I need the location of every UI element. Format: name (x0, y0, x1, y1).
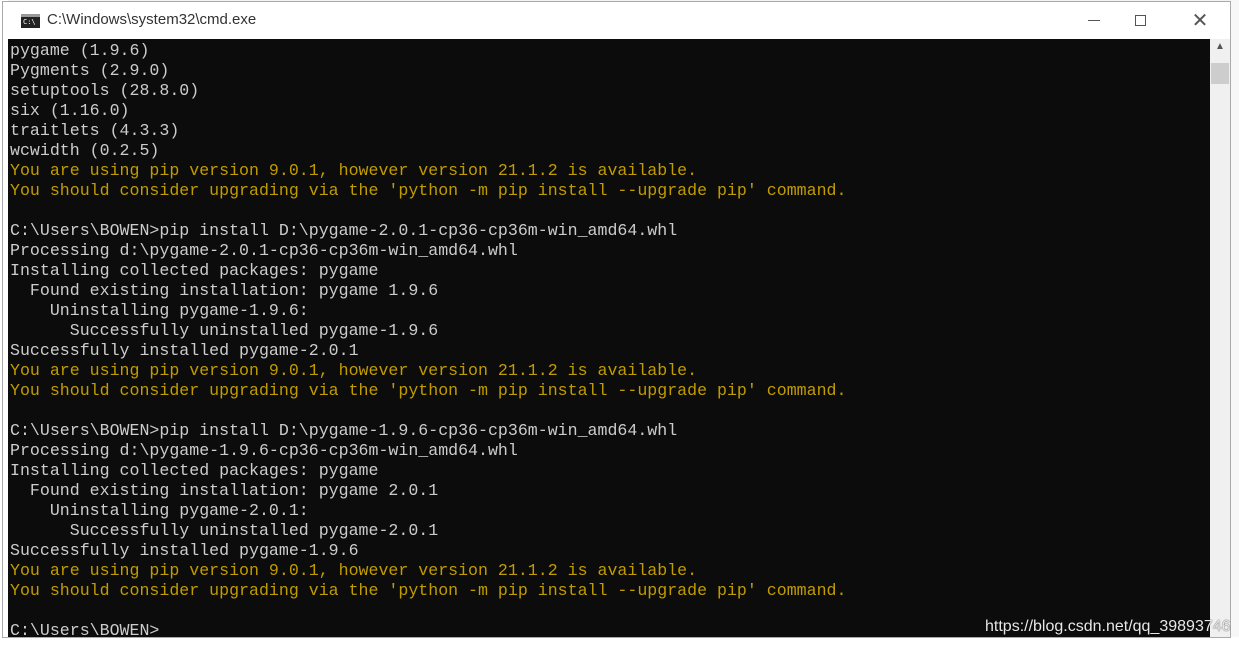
terminal-line: Successfully installed pygame-2.0.1 (10, 341, 359, 360)
terminal-line: Found existing installation: pygame 2.0.… (10, 481, 439, 500)
terminal-line: Processing d:\pygame-1.9.6-cp36-cp36m-wi… (10, 441, 518, 460)
terminal-line: Successfully uninstalled pygame-1.9.6 (10, 321, 439, 340)
terminal-line: Found existing installation: pygame 1.9.… (10, 281, 439, 300)
minimize-icon (1088, 20, 1100, 21)
cmd-icon: C:\ (21, 14, 40, 28)
terminal-line: traitlets (4.3.3) (10, 121, 180, 140)
terminal-line: Processing d:\pygame-2.0.1-cp36-cp36m-wi… (10, 241, 518, 260)
terminal-warning-line: You should consider upgrading via the 'p… (10, 381, 847, 400)
terminal-warning-line: You should consider upgrading via the 'p… (10, 581, 847, 600)
watermark: https://blog.csdn.net/qq_39893746 (985, 618, 1231, 635)
maximize-button[interactable] (1117, 2, 1163, 39)
terminal-warning-line: You should consider upgrading via the 'p… (10, 181, 847, 200)
background-window-bottom (0, 637, 1239, 647)
terminal-line: Uninstalling pygame-2.0.1: (10, 501, 309, 520)
terminal-line: C:\Users\BOWEN>pip install D:\pygame-2.0… (10, 221, 678, 240)
terminal-line: wcwidth (0.2.5) (10, 141, 160, 160)
terminal-line: setuptools (28.8.0) (10, 81, 200, 100)
maximize-icon (1134, 15, 1146, 26)
close-icon: ✕ (1191, 10, 1209, 32)
terminal-line: Installing collected packages: pygame (10, 461, 379, 480)
terminal-warning-line: You are using pip version 9.0.1, however… (10, 361, 698, 380)
scroll-up-icon[interactable]: ▲ (1210, 41, 1230, 59)
terminal-output[interactable]: pygame (1.9.6) Pygments (2.9.0) setuptools… (8, 39, 1210, 637)
terminal-line: Uninstalling pygame-1.9.6: (10, 301, 309, 320)
terminal-line: six (1.16.0) (10, 101, 130, 120)
vertical-scrollbar[interactable]: ▲ (1210, 39, 1230, 637)
terminal-line: Successfully installed pygame-1.9.6 (10, 541, 359, 560)
cmd-window: C:\ C:\Windows\system32\cmd.exe ✕ pygame… (2, 1, 1231, 638)
title-bar[interactable]: C:\ C:\Windows\system32\cmd.exe ✕ (3, 2, 1230, 39)
terminal-warning-line: You are using pip version 9.0.1, however… (10, 161, 698, 180)
terminal-line: Pygments (2.9.0) (10, 61, 170, 80)
scrollbar-thumb[interactable] (1211, 63, 1229, 84)
close-button[interactable]: ✕ (1177, 2, 1223, 39)
terminal-line: Successfully uninstalled pygame-2.0.1 (10, 521, 439, 540)
terminal-line: Installing collected packages: pygame (10, 261, 379, 280)
terminal-line: pygame (1.9.6) (10, 41, 150, 60)
terminal-warning-line: You are using pip version 9.0.1, however… (10, 561, 698, 580)
window-title: C:\Windows\system32\cmd.exe (47, 11, 257, 28)
terminal-line: C:\Users\BOWEN>pip install D:\pygame-1.9… (10, 421, 678, 440)
background-window-right (1231, 0, 1239, 647)
minimize-button[interactable] (1071, 2, 1117, 39)
